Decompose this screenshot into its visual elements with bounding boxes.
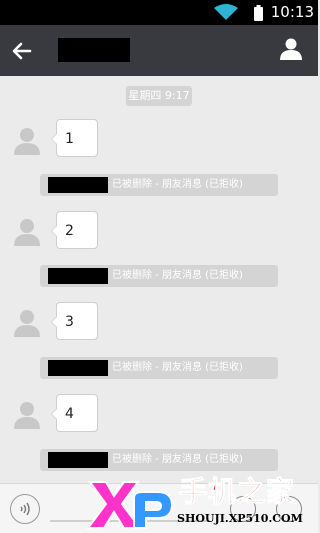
chat-header [0, 25, 318, 76]
chat-title-redacted [58, 38, 130, 62]
notice-name-redacted [48, 452, 108, 468]
status-bar: 10:13 [0, 0, 318, 25]
avatar-icon[interactable] [12, 125, 42, 155]
notice-text: 已被删除 - 朋友消息 (已拒收) [112, 270, 243, 281]
avatar-icon[interactable] [12, 307, 42, 337]
notice-text: 已被删除 - 朋友消息 (已拒收) [112, 454, 243, 465]
avatar-icon[interactable] [12, 399, 42, 429]
battery-icon [254, 5, 263, 21]
message-bubble[interactable]: 4 [51, 394, 98, 432]
notice-text: 已被删除 - 朋友消息 (已拒收) [112, 362, 243, 373]
system-notice: 已被删除 - 朋友消息 (已拒收) [40, 174, 278, 196]
message-bubble[interactable]: 1 [51, 119, 98, 157]
system-notice: 已被删除 - 朋友消息 (已拒收) [40, 449, 278, 471]
message-bubble[interactable]: 3 [51, 302, 98, 340]
wifi-icon [214, 4, 238, 20]
profile-icon[interactable] [279, 37, 303, 61]
voice-icon [20, 502, 30, 516]
status-time: 10:13 [270, 3, 314, 21]
watermark-brand: 手机之家 [178, 475, 296, 508]
system-notice: 已被删除 - 朋友消息 (已拒收) [40, 265, 278, 287]
back-arrow-icon[interactable] [10, 39, 34, 63]
notice-text: 已被删除 - 朋友消息 (已拒收) [112, 179, 243, 190]
notice-name-redacted [48, 177, 108, 193]
watermark: 手机之家 SHOUJI.XP510.COM [84, 472, 318, 533]
message-bubble[interactable]: 2 [51, 211, 98, 249]
voice-button[interactable] [10, 494, 40, 524]
system-notice: 已被删除 - 朋友消息 (已拒收) [40, 357, 278, 379]
avatar-icon[interactable] [12, 216, 42, 246]
watermark-url: SHOUJI.XP510.COM [177, 512, 303, 525]
notice-name-redacted [48, 268, 108, 284]
timestamp-chip: 星期四 9:17 [126, 86, 192, 106]
notice-name-redacted [48, 360, 108, 376]
watermark-logo [86, 481, 174, 529]
